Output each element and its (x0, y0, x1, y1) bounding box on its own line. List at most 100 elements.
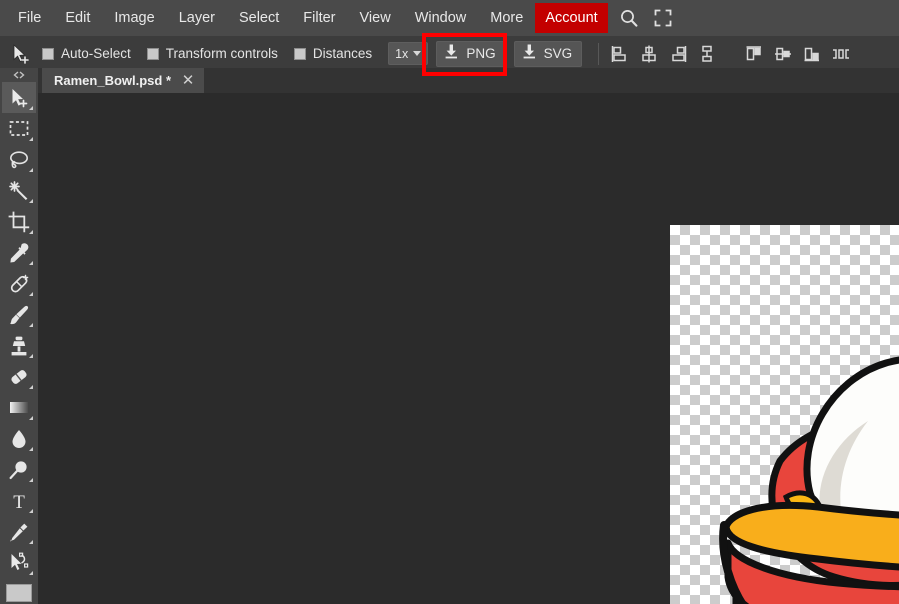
menu-select[interactable]: Select (227, 5, 291, 32)
align-group-horizontal (607, 41, 723, 67)
editor-window: File Edit Image Layer Select Filter View… (0, 0, 899, 604)
checkbox-distances[interactable]: Distances (293, 46, 373, 61)
healing-brush-icon (10, 274, 29, 293)
tool-corner-marker (29, 106, 33, 110)
tool-blur[interactable] (2, 423, 36, 454)
align-group-vertical (741, 41, 857, 67)
menu-image[interactable]: Image (102, 5, 166, 32)
chevron-down-icon (413, 51, 422, 56)
options-bar: Auto-Select Transform controls Distances… (0, 36, 899, 72)
tool-corner-marker (29, 137, 33, 141)
move-tool-icon[interactable] (6, 41, 36, 67)
download-icon (443, 43, 460, 65)
checkbox-box-distances[interactable] (293, 47, 306, 60)
tool-corner-marker (29, 571, 33, 575)
align-horizontal-center-icon[interactable] (636, 41, 662, 67)
menu-filter[interactable]: Filter (291, 5, 347, 32)
tool-crop[interactable] (2, 206, 36, 237)
checkbox-auto-select[interactable]: Auto-Select (42, 46, 131, 61)
path-select-icon (11, 552, 29, 570)
export-png-label: PNG (466, 46, 496, 61)
menu-view[interactable]: View (348, 5, 403, 32)
menu-file[interactable]: File (6, 5, 53, 32)
clone-stamp-icon (11, 336, 27, 355)
tool-corner-marker (29, 385, 33, 389)
tool-corner-marker (29, 323, 33, 327)
align-left-icon[interactable] (607, 41, 633, 67)
tab-ramen-bowl[interactable]: Ramen_Bowl.psd * ✕ (42, 68, 205, 93)
tool-path-select[interactable] (2, 547, 36, 578)
tools-panel: T (0, 68, 38, 604)
artboard-transparent-checker[interactable] (670, 225, 899, 604)
tool-corner-marker (29, 168, 33, 172)
search-icon[interactable] (616, 5, 642, 31)
gradient-icon (10, 401, 28, 413)
close-icon[interactable]: ✕ (181, 73, 195, 88)
download-icon (521, 43, 538, 65)
checkbox-label-auto-select: Auto-Select (61, 46, 131, 61)
fullscreen-icon[interactable] (650, 5, 676, 31)
text-type-icon: T (13, 492, 25, 512)
menu-edit[interactable]: Edit (53, 5, 102, 32)
tool-corner-marker (29, 509, 33, 513)
distribute-horizontal-icon[interactable] (694, 41, 720, 67)
menu-window[interactable]: Window (403, 5, 479, 32)
align-top-icon[interactable] (741, 41, 767, 67)
eyedropper-icon (10, 242, 29, 262)
tab-label: Ramen_Bowl.psd * (54, 73, 172, 88)
tool-lasso[interactable] (2, 144, 36, 175)
tool-healing[interactable] (2, 268, 36, 299)
tool-marquee[interactable] (2, 113, 36, 144)
blur-droplet-icon (12, 429, 26, 448)
tool-corner-marker (29, 354, 33, 358)
tool-corner-marker (29, 540, 33, 544)
tool-corner-marker (29, 261, 33, 265)
document-canvas[interactable] (38, 93, 899, 604)
zoom-level-value: 1x (395, 46, 409, 61)
menu-more[interactable]: More (478, 5, 535, 32)
lasso-icon (10, 150, 28, 168)
tool-move[interactable] (2, 82, 36, 113)
align-bottom-icon[interactable] (799, 41, 825, 67)
checkbox-label-transform-controls: Transform controls (165, 46, 278, 61)
toolbar-grip-handle[interactable] (0, 68, 38, 82)
tool-corner-marker (29, 230, 33, 234)
tool-corner-marker (29, 447, 33, 451)
export-svg-button[interactable]: SVG (513, 40, 583, 67)
tool-dodge[interactable] (2, 454, 36, 485)
align-right-icon[interactable] (665, 41, 691, 67)
zoom-level-select[interactable]: 1x (388, 42, 429, 65)
checkbox-box-auto-select[interactable] (42, 47, 54, 60)
checkbox-label-distances: Distances (312, 46, 373, 61)
tool-pen[interactable] (2, 516, 36, 547)
menu-bar: File Edit Image Layer Select Filter View… (0, 0, 899, 36)
tool-corner-marker (29, 478, 33, 482)
tool-corner-marker (29, 292, 33, 296)
tool-clone-stamp[interactable] (2, 330, 36, 361)
dodge-icon (9, 460, 27, 479)
export-png-button[interactable]: PNG (436, 40, 506, 67)
tool-magic-wand[interactable] (2, 175, 36, 206)
paintbrush-icon (10, 305, 29, 324)
menu-layer[interactable]: Layer (167, 5, 227, 32)
tool-eyedropper[interactable] (2, 237, 36, 268)
tool-eraser[interactable] (2, 361, 36, 392)
svg-text:T: T (13, 492, 25, 512)
rectangular-marquee-icon (9, 120, 29, 136)
options-separator (598, 42, 600, 65)
align-vertical-center-icon[interactable] (770, 41, 796, 67)
document-tab-bar: Ramen_Bowl.psd * ✕ (38, 68, 899, 93)
tool-brush[interactable] (2, 299, 36, 330)
checkbox-box-transform-controls[interactable] (146, 47, 159, 60)
crop-icon (8, 211, 30, 232)
tool-corner-marker (29, 199, 33, 203)
checkbox-transform-controls[interactable]: Transform controls (146, 46, 278, 61)
tool-type[interactable]: T (2, 485, 36, 516)
export-svg-label: SVG (543, 46, 573, 61)
distribute-vertical-icon[interactable] (828, 41, 854, 67)
tool-corner-marker (29, 416, 33, 420)
menu-account[interactable]: Account (535, 2, 608, 34)
foreground-color-swatch[interactable] (6, 584, 32, 602)
tool-gradient[interactable] (2, 392, 36, 423)
ramen-bowl-illustration (719, 356, 899, 604)
